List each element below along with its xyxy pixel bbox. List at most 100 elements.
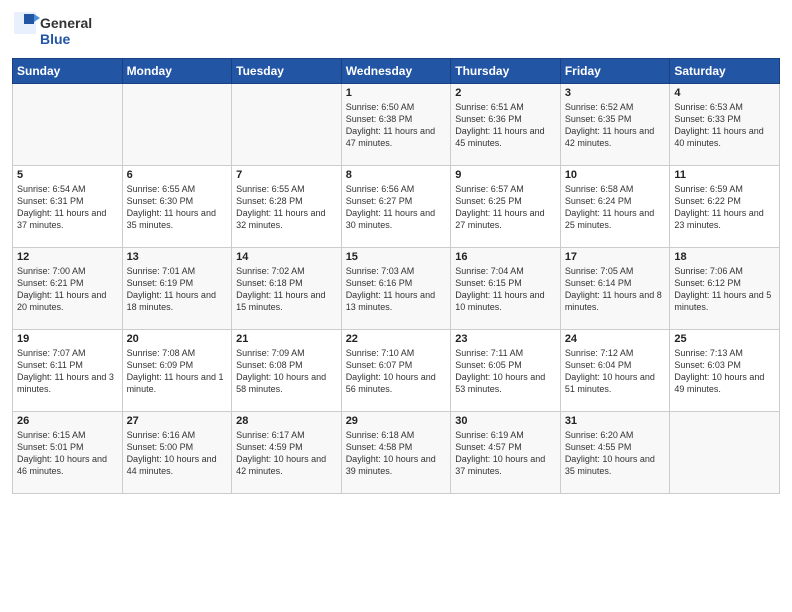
cell-content: Sunrise: 7:12 AM Sunset: 6:04 PM Dayligh… (565, 347, 666, 396)
calendar-cell: 24 Sunrise: 7:12 AM Sunset: 6:04 PM Dayli… (560, 330, 670, 412)
cell-content: Sunrise: 6:56 AM Sunset: 6:27 PM Dayligh… (346, 183, 447, 232)
cell-content: Sunrise: 7:10 AM Sunset: 6:07 PM Dayligh… (346, 347, 447, 396)
day-number: 4 (674, 87, 775, 99)
calendar-cell: 16 Sunrise: 7:04 AM Sunset: 6:15 PM Dayli… (451, 248, 561, 330)
calendar-cell: 14 Sunrise: 7:02 AM Sunset: 6:18 PM Dayli… (232, 248, 342, 330)
calendar-cell: 15Sunrise: 7:03 AM Sunset: 6:16 PM Dayli… (341, 248, 451, 330)
day-number: 31 (565, 415, 666, 427)
calendar-cell: 2Sunrise: 6:51 AM Sunset: 6:36 PM Daylig… (451, 84, 561, 166)
calendar-week-row: 12 Sunrise: 7:00 AM Sunset: 6:21 PM Dayli… (13, 248, 780, 330)
weekday-header: Tuesday (232, 59, 342, 84)
cell-content: Sunrise: 6:19 AM Sunset: 4:57 PM Dayligh… (455, 429, 556, 478)
calendar-week-row: 26 Sunrise: 6:15 AM Sunset: 5:01 PM Dayli… (13, 412, 780, 494)
calendar-cell: 17 Sunrise: 7:05 AM Sunset: 6:14 PM Dayli… (560, 248, 670, 330)
day-number: 3 (565, 87, 666, 99)
svg-text:Blue: Blue (40, 31, 71, 47)
calendar-cell: 7 Sunrise: 6:55 AM Sunset: 6:28 PM Daylig… (232, 166, 342, 248)
calendar-cell: 8 Sunrise: 6:56 AM Sunset: 6:27 PM Daylig… (341, 166, 451, 248)
cell-content: Sunrise: 7:13 AM Sunset: 6:03 PM Dayligh… (674, 347, 775, 396)
cell-content: Sunrise: 6:18 AM Sunset: 4:58 PM Dayligh… (346, 429, 447, 478)
cell-content: Sunrise: 6:54 AM Sunset: 6:31 PM Dayligh… (17, 183, 118, 232)
calendar-cell: 21 Sunrise: 7:09 AM Sunset: 6:08 PM Dayli… (232, 330, 342, 412)
calendar-week-row: 1Sunrise: 6:50 AM Sunset: 6:38 PM Daylig… (13, 84, 780, 166)
cell-content: Sunrise: 7:11 AM Sunset: 6:05 PM Dayligh… (455, 347, 556, 396)
cell-content: Sunrise: 7:09 AM Sunset: 6:08 PM Dayligh… (236, 347, 337, 396)
calendar-cell: 26 Sunrise: 6:15 AM Sunset: 5:01 PM Dayli… (13, 412, 123, 494)
calendar-cell: 1Sunrise: 6:50 AM Sunset: 6:38 PM Daylig… (341, 84, 451, 166)
calendar-cell: 3 Sunrise: 6:52 AM Sunset: 6:35 PM Daylig… (560, 84, 670, 166)
weekday-header: Monday (122, 59, 232, 84)
cell-content: Sunrise: 7:01 AM Sunset: 6:19 PM Dayligh… (127, 265, 228, 314)
calendar-cell: 19 Sunrise: 7:07 AM Sunset: 6:11 PM Dayli… (13, 330, 123, 412)
svg-text:General: General (40, 15, 92, 31)
weekday-header: Friday (560, 59, 670, 84)
day-number: 14 (236, 251, 337, 263)
day-number: 2 (455, 87, 556, 99)
cell-content: Sunrise: 7:08 AM Sunset: 6:09 PM Dayligh… (127, 347, 228, 396)
cell-content: Sunrise: 7:04 AM Sunset: 6:15 PM Dayligh… (455, 265, 556, 314)
cell-content: Sunrise: 6:20 AM Sunset: 4:55 PM Dayligh… (565, 429, 666, 478)
cell-content: Sunrise: 7:07 AM Sunset: 6:11 PM Dayligh… (17, 347, 118, 396)
day-number: 15 (346, 251, 447, 263)
calendar-cell: 31 Sunrise: 6:20 AM Sunset: 4:55 PM Dayli… (560, 412, 670, 494)
cell-content: Sunrise: 6:52 AM Sunset: 6:35 PM Dayligh… (565, 101, 666, 150)
day-number: 5 (17, 169, 118, 181)
calendar-cell: 27 Sunrise: 6:16 AM Sunset: 5:00 PM Dayli… (122, 412, 232, 494)
day-number: 24 (565, 333, 666, 345)
calendar-cell: 20 Sunrise: 7:08 AM Sunset: 6:09 PM Dayli… (122, 330, 232, 412)
day-number: 27 (127, 415, 228, 427)
day-number: 8 (346, 169, 447, 181)
calendar-cell (232, 84, 342, 166)
calendar-cell (670, 412, 780, 494)
day-number: 16 (455, 251, 556, 263)
day-number: 30 (455, 415, 556, 427)
day-number: 25 (674, 333, 775, 345)
calendar-cell (122, 84, 232, 166)
calendar-cell (13, 84, 123, 166)
day-number: 26 (17, 415, 118, 427)
cell-content: Sunrise: 6:55 AM Sunset: 6:28 PM Dayligh… (236, 183, 337, 232)
cell-content: Sunrise: 6:55 AM Sunset: 6:30 PM Dayligh… (127, 183, 228, 232)
day-number: 11 (674, 169, 775, 181)
calendar-cell: 23 Sunrise: 7:11 AM Sunset: 6:05 PM Dayli… (451, 330, 561, 412)
cell-content: Sunrise: 6:15 AM Sunset: 5:01 PM Dayligh… (17, 429, 118, 478)
logo: General Blue (12, 10, 102, 50)
calendar-cell: 9Sunrise: 6:57 AM Sunset: 6:25 PM Daylig… (451, 166, 561, 248)
cell-content: Sunrise: 6:59 AM Sunset: 6:22 PM Dayligh… (674, 183, 775, 232)
calendar-cell: 18Sunrise: 7:06 AM Sunset: 6:12 PM Dayli… (670, 248, 780, 330)
day-number: 19 (17, 333, 118, 345)
calendar-cell: 6Sunrise: 6:55 AM Sunset: 6:30 PM Daylig… (122, 166, 232, 248)
cell-content: Sunrise: 6:16 AM Sunset: 5:00 PM Dayligh… (127, 429, 228, 478)
day-number: 17 (565, 251, 666, 263)
day-number: 10 (565, 169, 666, 181)
calendar-cell: 13Sunrise: 7:01 AM Sunset: 6:19 PM Dayli… (122, 248, 232, 330)
calendar-week-row: 19 Sunrise: 7:07 AM Sunset: 6:11 PM Dayli… (13, 330, 780, 412)
calendar-cell: 30 Sunrise: 6:19 AM Sunset: 4:57 PM Dayli… (451, 412, 561, 494)
cell-content: Sunrise: 6:17 AM Sunset: 4:59 PM Dayligh… (236, 429, 337, 478)
day-number: 28 (236, 415, 337, 427)
cell-content: Sunrise: 6:50 AM Sunset: 6:38 PM Dayligh… (346, 101, 447, 150)
calendar-cell: 5 Sunrise: 6:54 AM Sunset: 6:31 PM Daylig… (13, 166, 123, 248)
calendar-cell: 22Sunrise: 7:10 AM Sunset: 6:07 PM Dayli… (341, 330, 451, 412)
page-container: General Blue SundayMondayTuesdayWednesda… (0, 0, 792, 502)
cell-content: Sunrise: 7:00 AM Sunset: 6:21 PM Dayligh… (17, 265, 118, 314)
weekday-header: Thursday (451, 59, 561, 84)
day-number: 7 (236, 169, 337, 181)
calendar-cell: 12 Sunrise: 7:00 AM Sunset: 6:21 PM Dayli… (13, 248, 123, 330)
cell-content: Sunrise: 7:02 AM Sunset: 6:18 PM Dayligh… (236, 265, 337, 314)
calendar-table: SundayMondayTuesdayWednesdayThursdayFrid… (12, 58, 780, 494)
calendar-cell: 11 Sunrise: 6:59 AM Sunset: 6:22 PM Dayli… (670, 166, 780, 248)
cell-content: Sunrise: 7:05 AM Sunset: 6:14 PM Dayligh… (565, 265, 666, 314)
day-number: 20 (127, 333, 228, 345)
calendar-cell: 29Sunrise: 6:18 AM Sunset: 4:58 PM Dayli… (341, 412, 451, 494)
calendar-cell: 10 Sunrise: 6:58 AM Sunset: 6:24 PM Dayli… (560, 166, 670, 248)
cell-content: Sunrise: 6:57 AM Sunset: 6:25 PM Dayligh… (455, 183, 556, 232)
day-number: 23 (455, 333, 556, 345)
day-number: 18 (674, 251, 775, 263)
calendar-cell: 25 Sunrise: 7:13 AM Sunset: 6:03 PM Dayli… (670, 330, 780, 412)
calendar-cell: 28 Sunrise: 6:17 AM Sunset: 4:59 PM Dayli… (232, 412, 342, 494)
cell-content: Sunrise: 6:58 AM Sunset: 6:24 PM Dayligh… (565, 183, 666, 232)
day-number: 21 (236, 333, 337, 345)
day-number: 12 (17, 251, 118, 263)
calendar-cell: 4Sunrise: 6:53 AM Sunset: 6:33 PM Daylig… (670, 84, 780, 166)
